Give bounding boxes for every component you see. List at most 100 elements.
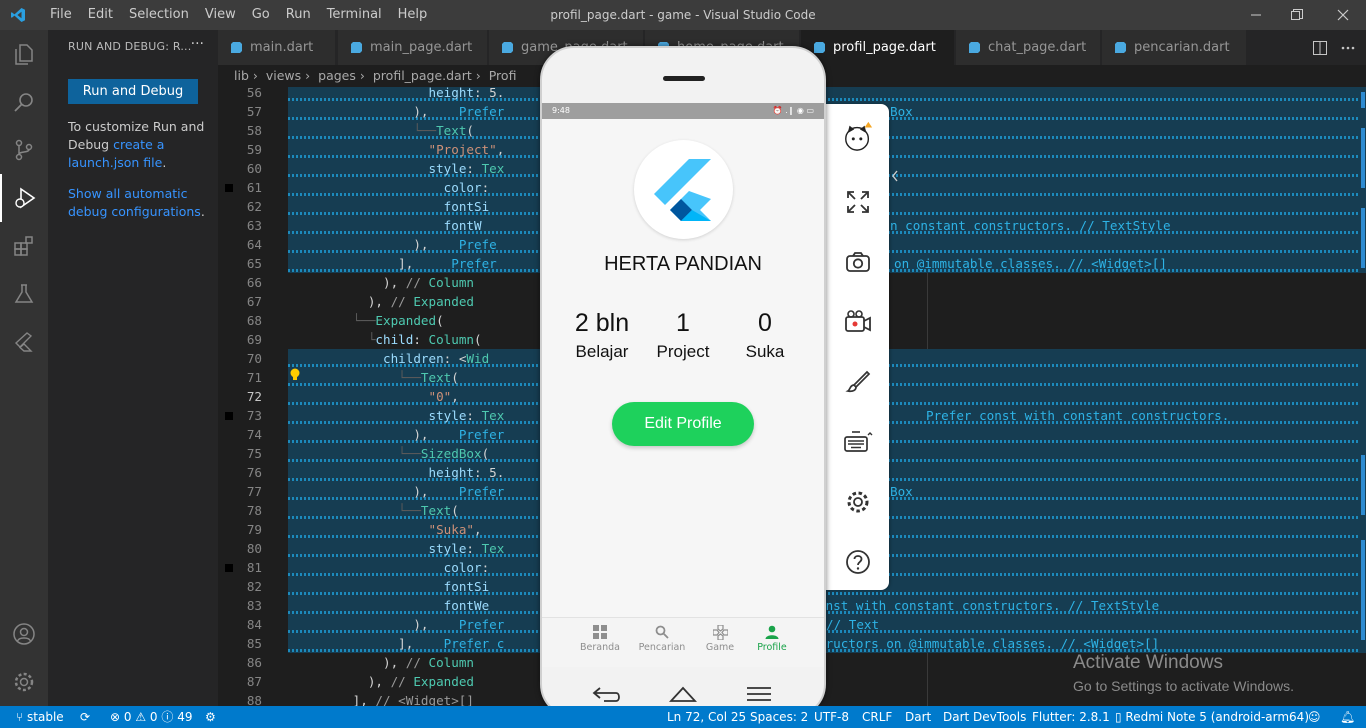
testing-button[interactable] bbox=[0, 270, 48, 318]
nav-beranda[interactable]: Beranda bbox=[572, 624, 628, 653]
dart-devtools[interactable]: Dart DevTools bbox=[943, 706, 1026, 728]
run-debug-button[interactable] bbox=[0, 174, 48, 222]
code-text: height: 5. bbox=[428, 87, 505, 100]
stat-belajar: 2 bln Belajar bbox=[562, 309, 642, 362]
menu-file[interactable]: File bbox=[42, 0, 80, 30]
notifications-button[interactable]: 🔔︎ bbox=[1340, 706, 1355, 728]
debug-launch-button[interactable]: ⚙ bbox=[205, 706, 216, 728]
close-button[interactable] bbox=[1320, 0, 1366, 30]
device-name: Redmi Note 5 (android-arm64) bbox=[1125, 710, 1309, 724]
indentation[interactable]: Spaces: 2 bbox=[750, 706, 808, 728]
encoding[interactable]: UTF-8 bbox=[814, 706, 849, 728]
screenshot-button[interactable] bbox=[842, 246, 874, 278]
collapse-toolbar-chevron-icon[interactable] bbox=[890, 168, 900, 184]
git-branch-icon: ⑂ bbox=[16, 710, 28, 724]
breadcrumb-item[interactable]: profil_page.dart bbox=[373, 68, 472, 83]
home-button[interactable] bbox=[666, 683, 700, 705]
run-and-debug-button[interactable]: Run and Debug bbox=[68, 79, 198, 104]
more-actions-button[interactable]: ··· bbox=[191, 36, 204, 52]
line-number: 75 bbox=[246, 446, 262, 461]
show-configs-text: Show all automatic debug configurations. bbox=[68, 185, 216, 221]
tab-main[interactable]: main.dart bbox=[218, 30, 336, 65]
line-number: 58 bbox=[246, 123, 262, 138]
draw-button[interactable] bbox=[842, 366, 874, 398]
chevron-right-icon: › bbox=[305, 68, 311, 83]
line-number: 61 bbox=[246, 180, 262, 195]
lightbulb-icon[interactable] bbox=[289, 368, 301, 382]
source-control-button[interactable] bbox=[0, 126, 48, 174]
profile-avatar[interactable] bbox=[634, 140, 733, 239]
more-icon[interactable] bbox=[1340, 40, 1356, 56]
show-debug-configurations-link[interactable]: Show all automatic debug configurations bbox=[68, 186, 201, 219]
emulator-avatar[interactable] bbox=[842, 120, 874, 152]
dart-file-icon bbox=[969, 42, 980, 53]
breadcrumb-item[interactable]: Profi bbox=[489, 68, 517, 83]
grid-icon bbox=[593, 625, 607, 639]
edit-profile-button[interactable]: Edit Profile bbox=[612, 402, 754, 446]
minimize-icon bbox=[1251, 14, 1261, 16]
line-number: 78 bbox=[246, 503, 262, 518]
tab-main-page[interactable]: main_page.dart bbox=[338, 30, 488, 65]
line-number: 81 bbox=[246, 560, 262, 575]
nav-profile[interactable]: Profile bbox=[744, 624, 800, 653]
flutter-button[interactable] bbox=[0, 318, 48, 366]
recents-button[interactable] bbox=[742, 683, 776, 705]
vscode-logo-icon bbox=[11, 8, 25, 22]
menu-help[interactable]: Help bbox=[390, 0, 436, 30]
restore-button[interactable] bbox=[1274, 0, 1320, 30]
language-mode[interactable]: Dart bbox=[905, 706, 931, 728]
accounts-button[interactable] bbox=[0, 610, 48, 658]
manage-button[interactable] bbox=[0, 658, 48, 706]
run-debug-icon bbox=[15, 187, 36, 209]
minimize-button[interactable] bbox=[1233, 0, 1279, 30]
menu-terminal[interactable]: Terminal bbox=[319, 0, 390, 30]
explorer-button[interactable] bbox=[0, 30, 48, 78]
code-text: └──Expanded( bbox=[352, 313, 444, 328]
settings-button[interactable] bbox=[842, 486, 874, 518]
feedback-button[interactable]: ☺ bbox=[1308, 706, 1321, 728]
activate-windows-watermark: Activate Windows Go to Settings to activ… bbox=[1073, 652, 1294, 694]
nav-game[interactable]: Game bbox=[692, 624, 748, 653]
line-number: 71 bbox=[246, 370, 262, 385]
code-text: └──SizedBox( bbox=[398, 446, 490, 461]
menu-go[interactable]: Go bbox=[244, 0, 278, 30]
breadcrumb-item[interactable]: views bbox=[266, 68, 301, 83]
extensions-button[interactable] bbox=[0, 222, 48, 270]
sync-button[interactable]: ⟳ bbox=[80, 706, 90, 728]
menu-run[interactable]: Run bbox=[278, 0, 319, 30]
search-button[interactable] bbox=[0, 78, 48, 126]
breadcrumb-item[interactable]: pages bbox=[318, 68, 356, 83]
activity-bar bbox=[0, 30, 48, 706]
tab-profil-page[interactable]: profil_page.dart bbox=[801, 30, 955, 65]
menu-edit[interactable]: Edit bbox=[80, 0, 121, 30]
cursor-position[interactable]: Ln 72, Col 25 bbox=[667, 706, 746, 728]
restore-icon bbox=[1291, 9, 1303, 20]
menu-selection[interactable]: Selection bbox=[121, 0, 197, 30]
split-editor-icon[interactable] bbox=[1312, 40, 1328, 56]
screen: File Edit Selection View Go Run Terminal… bbox=[0, 0, 1366, 728]
brush-icon bbox=[845, 370, 871, 393]
flutter-version[interactable]: Flutter: 2.8.1 bbox=[1032, 706, 1110, 728]
record-button[interactable] bbox=[842, 306, 874, 338]
fullscreen-button[interactable] bbox=[842, 186, 874, 218]
line-ending[interactable]: CRLF bbox=[862, 706, 892, 728]
git-branch-item[interactable]: ⑂ stable bbox=[16, 706, 64, 728]
code-text: └──Text( bbox=[413, 123, 475, 138]
activate-title: Activate Windows bbox=[1073, 652, 1223, 673]
help-button[interactable] bbox=[842, 546, 874, 578]
emulator-toolbar bbox=[826, 104, 889, 590]
problems-item[interactable]: ⊗ 0 ⚠ 0 ⓘ 49 bbox=[110, 706, 193, 728]
tab-pencarian[interactable]: pencarian.dart bbox=[1102, 30, 1247, 65]
device-selector[interactable]: ▯ Redmi Note 5 (android-arm64) bbox=[1115, 706, 1309, 728]
tab-chat-page[interactable]: chat_page.dart bbox=[956, 30, 1101, 65]
code-overflow-text: tructors on @immutable classes. // <Widg… bbox=[818, 636, 1160, 651]
menu-view[interactable]: View bbox=[197, 0, 244, 30]
tab-label: pencarian.dart bbox=[1134, 40, 1230, 55]
code-text: ), // Column bbox=[292, 275, 474, 290]
back-button[interactable] bbox=[590, 683, 624, 705]
code-text: ], Prefer c bbox=[292, 636, 505, 651]
flutter-icon bbox=[14, 332, 33, 352]
keyboard-button[interactable] bbox=[842, 426, 874, 458]
breadcrumb-item[interactable]: lib bbox=[234, 68, 249, 83]
nav-pencarian[interactable]: Pencarian bbox=[634, 624, 690, 653]
